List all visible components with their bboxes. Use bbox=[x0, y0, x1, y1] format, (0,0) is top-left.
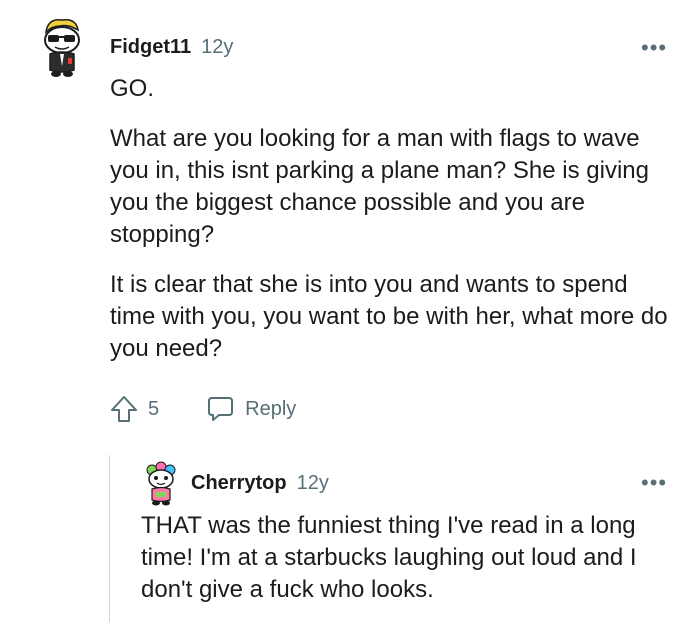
comment-cherrytop: Cherrytop 12y ••• THAT was the funniest … bbox=[0, 455, 700, 622]
username[interactable]: Cherrytop bbox=[191, 472, 287, 495]
snoo-sunglasses-avatar-icon bbox=[44, 18, 80, 77]
comment-paragraph: THAT was the funniest thing I've read in… bbox=[141, 512, 637, 603]
user-avatar[interactable] bbox=[38, 16, 84, 78]
upvote-button[interactable] bbox=[110, 394, 138, 424]
comment-paragraph: GO. bbox=[110, 75, 155, 102]
snoo-colorful-hair-avatar-icon bbox=[146, 461, 176, 506]
reply-label: Reply bbox=[245, 397, 297, 420]
username[interactable]: Fidget11 bbox=[110, 36, 191, 59]
comment-body: GO. What are you looking for a man with … bbox=[110, 73, 670, 365]
comment-meta: Cherrytop 12y bbox=[191, 472, 329, 495]
comment-actions: 5 Reply bbox=[110, 394, 296, 424]
comment-age[interactable]: 12y bbox=[201, 36, 233, 59]
comment-paragraph: What are you looking for a man with flag… bbox=[110, 125, 649, 248]
comment-fidget11: Fidget11 12y ••• GO. What are you lookin… bbox=[0, 0, 700, 440]
reply-button[interactable]: Reply bbox=[205, 395, 296, 423]
comment-meta: Fidget11 12y bbox=[110, 36, 233, 59]
comment-age[interactable]: 12y bbox=[297, 472, 329, 495]
more-options-button[interactable]: ••• bbox=[641, 472, 667, 494]
comment-paragraph: It is clear that she is into you and wan… bbox=[110, 271, 668, 362]
vote-score: 5 bbox=[148, 397, 160, 420]
more-options-button[interactable]: ••• bbox=[641, 37, 667, 59]
chat-bubble-icon bbox=[208, 397, 234, 421]
user-avatar[interactable] bbox=[144, 461, 178, 507]
comment-body: THAT was the funniest thing I've read in… bbox=[141, 510, 661, 606]
upvote-arrow-icon bbox=[111, 396, 137, 422]
